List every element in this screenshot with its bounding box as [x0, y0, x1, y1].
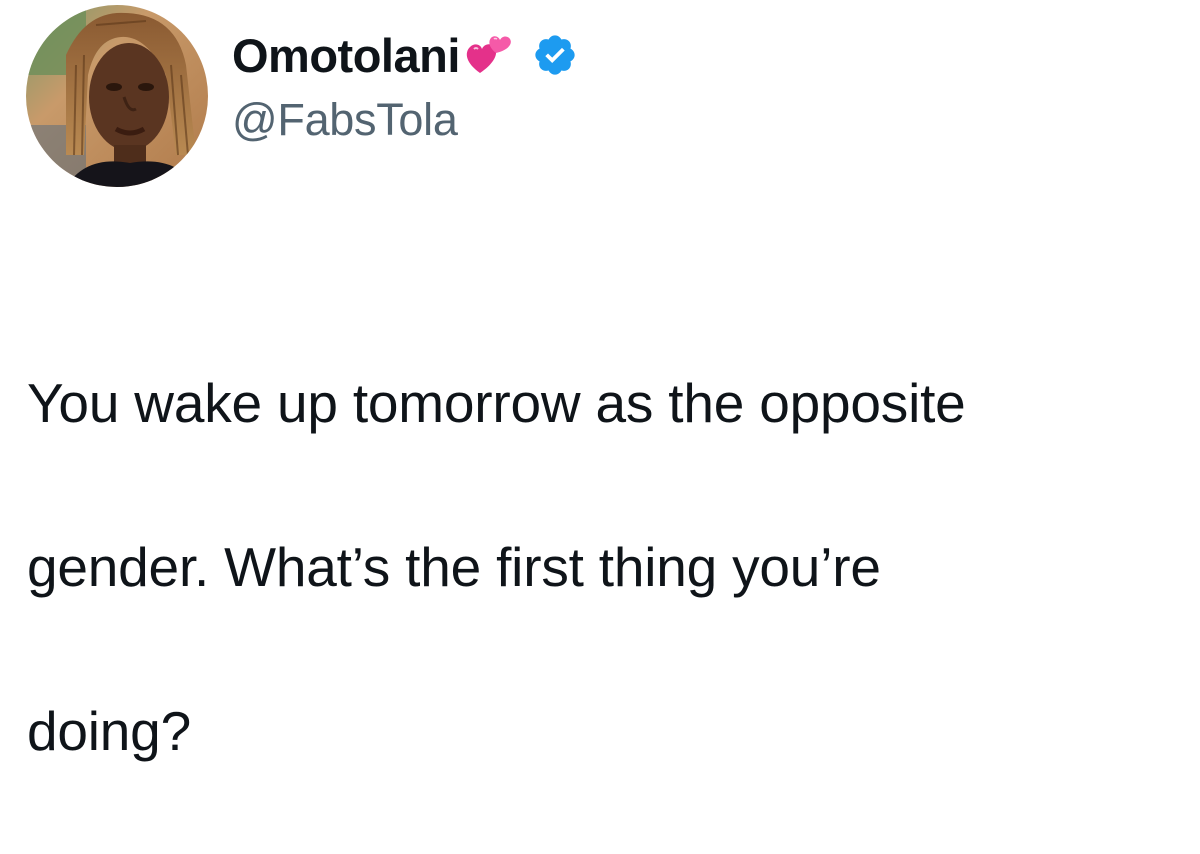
- tweet-text-line: You wake up tomorrow as the opposite: [27, 372, 966, 434]
- avatar[interactable]: [26, 5, 208, 187]
- tweet-card: Omotolani @FabsTola You wake up tomorrow…: [0, 0, 1200, 762]
- tweet-text-line: gender. What’s the first thing you’re: [27, 536, 881, 598]
- name-row: Omotolani: [232, 22, 578, 88]
- author-display-name[interactable]: Omotolani: [232, 28, 460, 83]
- verified-badge-icon[interactable]: [532, 32, 578, 78]
- author-info: Omotolani @FabsTola: [232, 22, 578, 146]
- tweet-text-line: doing?: [27, 700, 191, 762]
- tweet-text: You wake up tomorrow as the opposite gen…: [27, 280, 1177, 854]
- tweet-header: Omotolani @FabsTola: [26, 4, 578, 188]
- revolving-hearts-icon: [464, 33, 514, 77]
- avatar-photo: [26, 5, 208, 187]
- author-handle[interactable]: @FabsTola: [232, 94, 578, 146]
